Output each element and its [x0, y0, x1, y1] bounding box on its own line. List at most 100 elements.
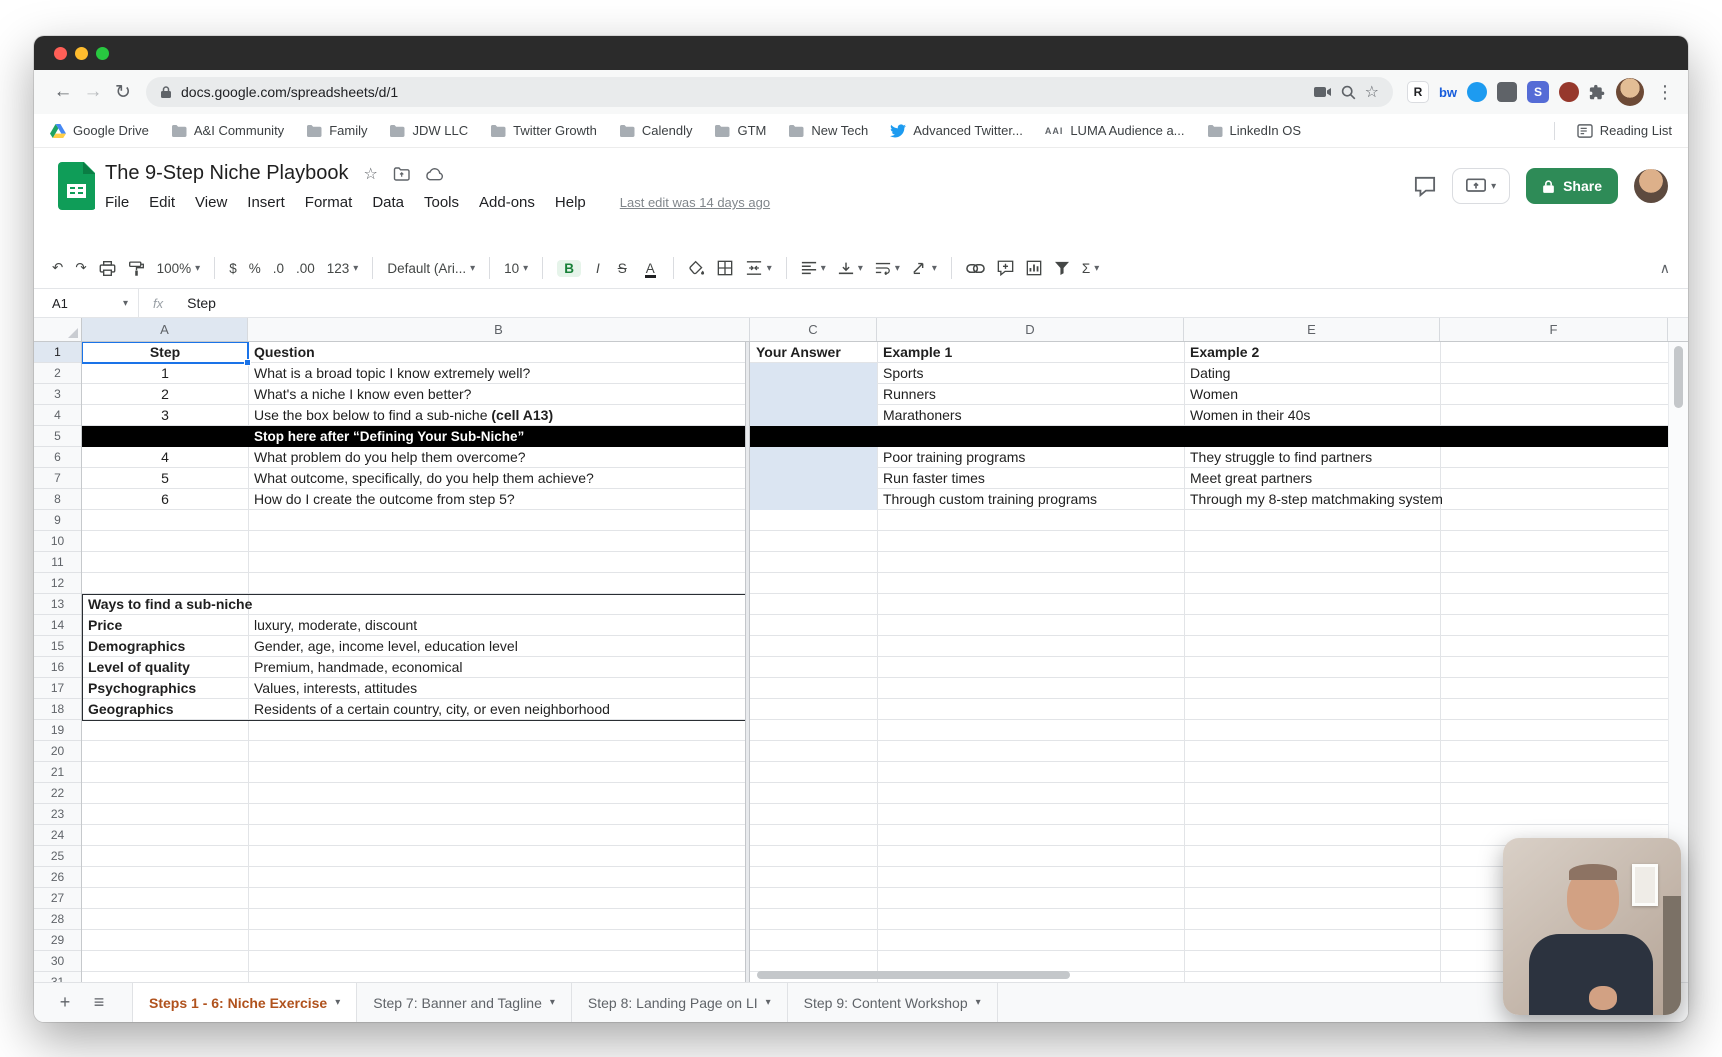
cloud-status-icon[interactable] — [425, 167, 444, 181]
row-number-20[interactable]: 20 — [34, 741, 81, 762]
cell-E7[interactable]: Meet great partners — [1184, 468, 1444, 489]
text-rotation-button[interactable]: ▾ — [912, 261, 937, 275]
cell-B1[interactable]: Question — [248, 342, 750, 363]
column-header-D[interactable]: D — [877, 318, 1184, 341]
cell-D2[interactable]: Sports — [877, 363, 1184, 384]
font-family-control[interactable]: Default (Ari...▾ — [387, 261, 475, 276]
row-number-30[interactable]: 30 — [34, 951, 81, 972]
font-size-control[interactable]: 10▾ — [504, 261, 528, 276]
cell-B14[interactable]: luxury, moderate, discount — [248, 615, 750, 636]
bold-button[interactable]: B — [557, 260, 581, 277]
row-number-4[interactable]: 4 — [34, 405, 81, 426]
zoom-control[interactable]: 100%▾ — [157, 261, 201, 276]
text-wrap-button[interactable]: ▾ — [875, 261, 900, 275]
cell-B18[interactable]: Residents of a certain country, city, or… — [248, 699, 750, 720]
bookmark-new-tech[interactable]: New Tech — [788, 123, 868, 138]
cell-D3[interactable]: Runners — [877, 384, 1184, 405]
horizontal-scrollbar[interactable] — [757, 971, 1070, 979]
cell-B6[interactable]: What problem do you help them overcome? — [248, 447, 750, 468]
number-format-button[interactable]: 123▾ — [327, 261, 359, 276]
column-header-C[interactable]: C — [750, 318, 877, 341]
cell-D6[interactable]: Poor training programs — [877, 447, 1184, 468]
extension-s-icon[interactable]: S — [1527, 81, 1549, 103]
extension-bw-icon[interactable]: bw — [1439, 85, 1457, 100]
cell-A8[interactable]: 6 — [82, 489, 248, 510]
share-button[interactable]: Share — [1526, 168, 1618, 204]
decrease-decimal-button[interactable]: .0 — [273, 261, 284, 276]
row-number-1[interactable]: 1 — [34, 342, 81, 363]
your-answer-cells-top[interactable] — [750, 363, 877, 426]
cell-D4[interactable]: Marathoners — [877, 405, 1184, 426]
reading-list-button[interactable]: Reading List — [1577, 123, 1672, 138]
cell-B17[interactable]: Values, interests, attitudes — [248, 678, 750, 699]
column-header-F[interactable]: F — [1440, 318, 1668, 341]
all-sheets-button[interactable]: ≡ — [82, 992, 116, 1013]
cell-E6[interactable]: They struggle to find partners — [1184, 447, 1444, 468]
menu-insert[interactable]: Insert — [247, 194, 285, 211]
cell-D8[interactable]: Through custom training programs — [877, 489, 1184, 510]
move-folder-icon[interactable] — [393, 167, 410, 181]
camera-icon[interactable] — [1314, 86, 1332, 98]
row-number-12[interactable]: 12 — [34, 573, 81, 594]
row-number-8[interactable]: 8 — [34, 489, 81, 510]
chrome-menu-icon[interactable]: ⋮ — [1656, 82, 1674, 103]
row-number-24[interactable]: 24 — [34, 825, 81, 846]
row-number-6[interactable]: 6 — [34, 447, 81, 468]
bookmark-google-drive[interactable]: Google Drive — [50, 123, 149, 138]
row-number-31[interactable]: 31 — [34, 972, 81, 982]
comment-history-icon[interactable] — [1414, 176, 1436, 197]
extension-gray-icon[interactable] — [1497, 82, 1517, 102]
percent-format-button[interactable]: % — [249, 261, 261, 276]
insert-comment-button[interactable] — [997, 260, 1014, 276]
menu-edit[interactable]: Edit — [149, 194, 175, 211]
cell-B4[interactable]: Use the box below to find a sub-niche (c… — [248, 405, 750, 426]
menu-format[interactable]: Format — [305, 194, 353, 211]
puzzle-icon[interactable] — [1589, 84, 1606, 101]
sheet-tab-step-7[interactable]: Step 7: Banner and Tagline ▾ — [357, 983, 572, 1022]
row-number-19[interactable]: 19 — [34, 720, 81, 741]
text-color-button[interactable]: A — [642, 261, 659, 276]
bookmark-linkedin-os[interactable]: LinkedIn OS — [1207, 123, 1302, 138]
horizontal-align-button[interactable]: ▾ — [801, 261, 826, 275]
row-number-28[interactable]: 28 — [34, 909, 81, 930]
bookmark-jdw-llc[interactable]: JDW LLC — [389, 123, 468, 138]
grid-body[interactable]: 1234567891011121314151617181920212223242… — [34, 342, 1688, 982]
strikethrough-button[interactable]: S — [615, 261, 630, 276]
sheet-tab-step-8[interactable]: Step 8: Landing Page on LI ▾ — [572, 983, 788, 1022]
sheet-tab-step-9[interactable]: Step 9: Content Workshop ▾ — [788, 983, 998, 1022]
cell-A15[interactable]: Demographics — [82, 636, 248, 657]
fill-handle[interactable] — [244, 359, 251, 366]
minimize-button[interactable] — [75, 47, 88, 60]
cell-A6[interactable]: 4 — [82, 447, 248, 468]
insert-chart-button[interactable] — [1026, 260, 1042, 276]
star-icon[interactable]: ☆ — [363, 164, 377, 184]
insert-link-button[interactable] — [966, 263, 985, 274]
cell-A3[interactable]: 2 — [82, 384, 248, 405]
merge-cells-button[interactable]: ▾ — [745, 260, 772, 276]
cell-A4[interactable]: 3 — [82, 405, 248, 426]
print-button[interactable] — [99, 260, 116, 277]
menu-help[interactable]: Help — [555, 194, 586, 211]
bookmark-star-icon[interactable]: ☆ — [1365, 82, 1379, 102]
row-number-10[interactable]: 10 — [34, 531, 81, 552]
fullscreen-button[interactable] — [96, 47, 109, 60]
row-number-13[interactable]: 13 — [34, 594, 81, 615]
cell-B3[interactable]: What's a niche I know even better? — [248, 384, 750, 405]
row-number-27[interactable]: 27 — [34, 888, 81, 909]
add-sheet-button[interactable]: + — [48, 992, 82, 1013]
your-answer-cells-bottom[interactable] — [750, 447, 877, 510]
italic-button[interactable]: I — [593, 261, 603, 276]
cell-B8[interactable]: How do I create the outcome from step 5? — [248, 489, 750, 510]
cell-A16[interactable]: Level of quality — [82, 657, 248, 678]
last-edit-link[interactable]: Last edit was 14 days ago — [620, 195, 770, 210]
row-number-21[interactable]: 21 — [34, 762, 81, 783]
bookmark-ai-community[interactable]: A&I Community — [171, 123, 284, 138]
vertical-scrollbar-thumb[interactable] — [1674, 346, 1683, 408]
filter-button[interactable] — [1054, 261, 1070, 275]
menu-tools[interactable]: Tools — [424, 194, 459, 211]
currency-format-button[interactable]: $ — [229, 261, 237, 276]
row-number-22[interactable]: 22 — [34, 783, 81, 804]
row-number-16[interactable]: 16 — [34, 657, 81, 678]
cell-A7[interactable]: 5 — [82, 468, 248, 489]
row-number-17[interactable]: 17 — [34, 678, 81, 699]
